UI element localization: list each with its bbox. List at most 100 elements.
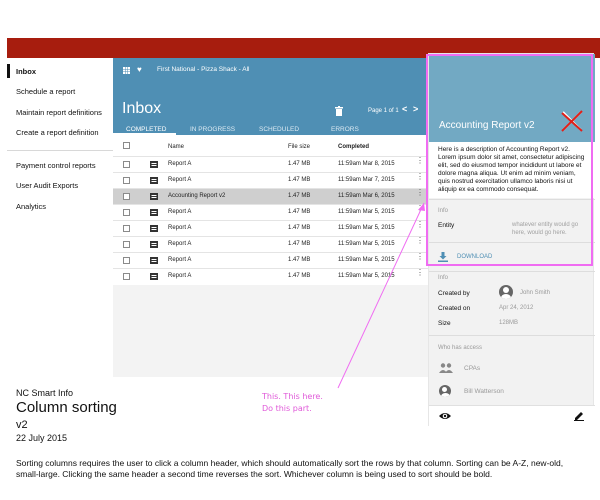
more-vert-icon[interactable]: ⋮ xyxy=(416,205,424,213)
select-all-checkbox[interactable] xyxy=(123,142,130,149)
row-file-size: 1.47 MB xyxy=(288,161,311,167)
sidebar-item-user-audit-exports[interactable]: User Audit Exports xyxy=(16,181,78,190)
report-file-icon xyxy=(150,241,158,248)
doc-date: 22 July 2015 xyxy=(16,433,68,443)
table-row[interactable]: Report A 1.47 MB 11:59am Mar 5, 2015 ⋮ xyxy=(113,204,428,220)
row-checkbox[interactable] xyxy=(123,193,130,200)
table-row[interactable]: Report A 1.47 MB 11:59am Mar 7, 2015 ⋮ xyxy=(113,172,428,188)
more-vert-icon[interactable]: ⋮ xyxy=(416,253,424,261)
annotation-highlight-box xyxy=(426,54,593,266)
doc-body: Sorting columns requires the user to cli… xyxy=(16,458,564,479)
table-row[interactable]: Report A 1.47 MB 11:59am Mar 5, 2015 ⋮ xyxy=(113,268,428,284)
table-row[interactable]: Report A 1.47 MB 11:59am Mar 5, 2015 ⋮ xyxy=(113,236,428,252)
report-file-icon xyxy=(150,161,158,168)
row-checkbox[interactable] xyxy=(123,257,130,264)
pager-status: Page 1 of 1 xyxy=(368,108,399,114)
row-checkbox[interactable] xyxy=(123,225,130,232)
row-checkbox[interactable] xyxy=(123,177,130,184)
access-item-cpas: CPAs xyxy=(464,365,481,372)
more-vert-icon[interactable]: ⋮ xyxy=(416,173,424,181)
sidebar: Inbox Schedule a report Maintain report … xyxy=(7,58,113,378)
row-name: Report A xyxy=(168,161,192,167)
created-on-label: Created on xyxy=(438,305,471,312)
created-by-label: Created by xyxy=(438,290,470,297)
access-section-label: Who has access xyxy=(438,345,483,351)
row-name: Report A xyxy=(168,273,192,279)
row-checkbox[interactable] xyxy=(123,241,130,248)
reports-table: Name File size Completed Report A 1.47 MB… xyxy=(113,135,428,285)
sidebar-item-analytics[interactable]: Analytics xyxy=(16,202,46,211)
row-name: Report A xyxy=(168,177,192,183)
row-name: Accounting Report v2 xyxy=(168,193,226,199)
tab-errors[interactable]: ERRORS xyxy=(331,126,359,133)
report-file-icon xyxy=(150,177,158,184)
report-file-icon xyxy=(150,225,158,232)
table-row[interactable]: Accounting Report v2 1.47 MB 11:59am Mar 6… xyxy=(113,188,428,204)
more-vert-icon[interactable]: ⋮ xyxy=(416,269,424,277)
apps-grid-icon[interactable] xyxy=(123,67,130,74)
table-row[interactable]: Report A 1.47 MB 11:59am Mar 8, 2015 ⋮ xyxy=(113,156,428,172)
detail-action-bar xyxy=(429,405,595,426)
row-file-size: 1.47 MB xyxy=(288,193,311,199)
table-row[interactable]: Report A 1.47 MB 11:59am Mar 5, 2015 ⋮ xyxy=(113,252,428,268)
pager-prev-button[interactable]: < xyxy=(402,104,407,114)
more-vert-icon[interactable]: ⋮ xyxy=(416,189,424,197)
row-completed: 11:59am Mar 7, 2015 xyxy=(338,177,395,183)
doc-version: v2 xyxy=(16,419,28,431)
trash-icon[interactable] xyxy=(335,106,343,116)
row-file-size: 1.47 MB xyxy=(288,177,311,183)
sidebar-item-inbox[interactable]: Inbox xyxy=(16,67,36,76)
row-name: Report A xyxy=(168,209,192,215)
row-file-size: 1.47 MB xyxy=(288,209,311,215)
tab-completed[interactable]: COMPLETED xyxy=(126,126,166,133)
row-completed: 11:59am Mar 5, 2015 xyxy=(338,209,395,215)
tab-scheduled[interactable]: SCHEDULED xyxy=(259,126,299,133)
doc-title: Column sorting xyxy=(16,399,117,416)
row-completed: 11:59am Mar 5, 2015 xyxy=(338,273,395,279)
sidebar-item-payment-control-reports[interactable]: Payment control reports xyxy=(16,161,96,170)
row-checkbox[interactable] xyxy=(123,209,130,216)
more-vert-icon[interactable]: ⋮ xyxy=(416,237,424,245)
avatar xyxy=(439,385,451,397)
sidebar-item-schedule-report[interactable]: Schedule a report xyxy=(16,87,75,96)
breadcrumb[interactable]: First National - Pizza Shack - All xyxy=(157,66,249,73)
pencil-icon[interactable] xyxy=(574,410,584,421)
row-completed: 11:59am Mar 5, 2015 xyxy=(338,225,395,231)
row-checkbox[interactable] xyxy=(123,273,130,280)
row-file-size: 1.47 MB xyxy=(288,241,311,247)
row-completed: 11:59am Mar 5, 2015 xyxy=(338,257,395,263)
tab-in-progress[interactable]: IN PROGRESS xyxy=(190,126,235,133)
sidebar-divider xyxy=(7,150,113,151)
eye-icon[interactable] xyxy=(439,411,451,421)
row-name: Report A xyxy=(168,241,192,247)
report-file-icon xyxy=(150,273,158,280)
sidebar-item-maintain-report-definitions[interactable]: Maintain report definitions xyxy=(16,108,102,117)
size-label: Size xyxy=(438,320,451,327)
row-completed: 11:59am Mar 8, 2015 xyxy=(338,161,395,167)
column-header-name[interactable]: Name xyxy=(168,144,184,150)
annotation-note-line1: This. This here. xyxy=(262,392,323,401)
row-file-size: 1.47 MB xyxy=(288,273,311,279)
created-by-value: John Smith xyxy=(520,290,551,296)
annotation-note-line2: Do this part. xyxy=(262,404,312,413)
report-file-icon xyxy=(150,257,158,264)
doc-app-name: NC Smart Info xyxy=(16,388,74,398)
row-completed: 11:59am Mar 6, 2015 xyxy=(338,193,395,199)
created-on-value: Apr 24, 2012 xyxy=(499,305,534,311)
divider xyxy=(429,335,595,336)
row-checkbox[interactable] xyxy=(123,161,130,168)
row-name: Report A xyxy=(168,225,192,231)
heart-icon[interactable]: ♥ xyxy=(137,65,142,74)
pager-next-button[interactable]: > xyxy=(413,104,418,114)
column-header-completed[interactable]: Completed xyxy=(338,144,369,150)
column-header-file-size[interactable]: File size xyxy=(288,144,310,150)
info2-section-label: Info xyxy=(438,275,449,281)
size-value: 128MB xyxy=(499,320,519,326)
sidebar-item-create-report-definition[interactable]: Create a report definition xyxy=(16,128,99,137)
more-vert-icon[interactable]: ⋮ xyxy=(416,221,424,229)
row-file-size: 1.47 MB xyxy=(288,257,311,263)
inbox-header: ♥ First National - Pizza Shack - All Inb… xyxy=(113,58,428,135)
table-row[interactable]: Report A 1.47 MB 11:59am Mar 5, 2015 ⋮ xyxy=(113,220,428,236)
more-vert-icon[interactable]: ⋮ xyxy=(416,157,424,165)
mockup-canvas: Inbox Schedule a report Maintain report … xyxy=(0,0,600,500)
